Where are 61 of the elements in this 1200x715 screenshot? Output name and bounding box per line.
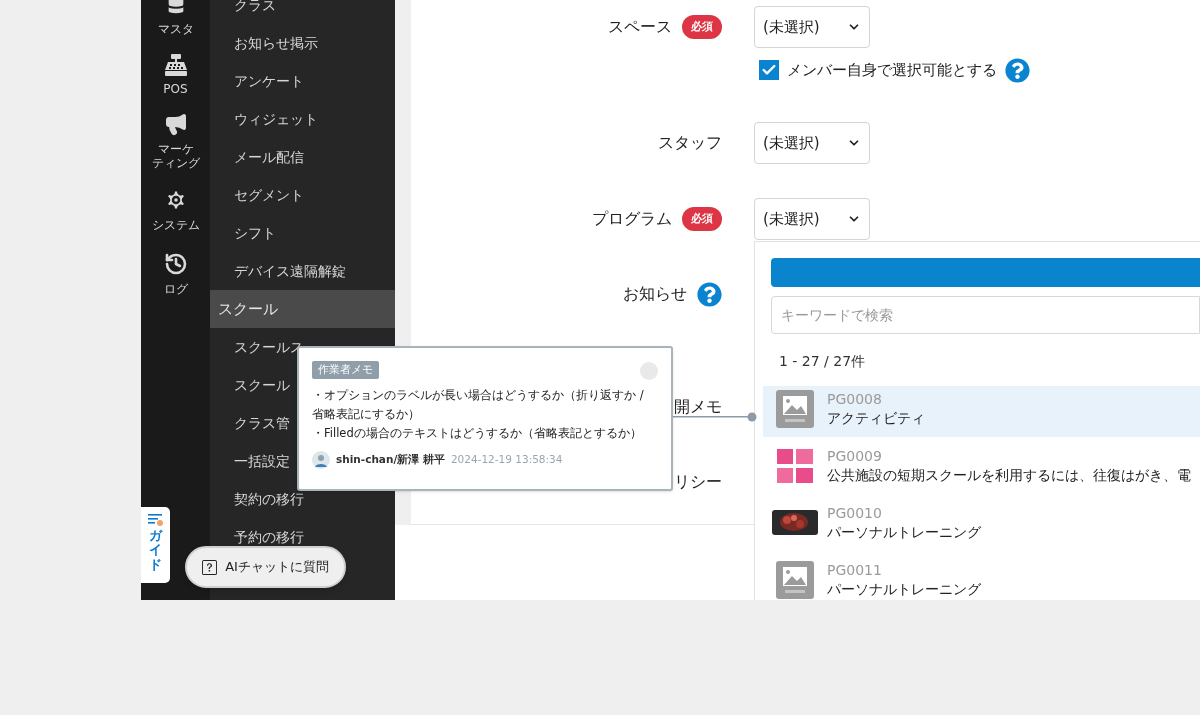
memo-author: shin-chan/新澤 耕平 bbox=[336, 452, 445, 468]
program-code: PG0008 bbox=[827, 389, 883, 408]
rail-label[interactable]: POS bbox=[163, 82, 188, 96]
field-label: リシー bbox=[674, 471, 722, 493]
rail-label[interactable]: ティング bbox=[151, 156, 200, 170]
program-name: パーソナルトレーニング bbox=[827, 522, 981, 542]
history-icon bbox=[163, 252, 188, 276]
select-field[interactable]: (未選択) bbox=[754, 122, 870, 164]
program-code: PG0010 bbox=[827, 503, 883, 522]
memo-text: ・オプションのラベルが長い場合はどうするか（折り返すか / 省略表記にするか） bbox=[312, 387, 645, 423]
rail-label[interactable]: システム bbox=[151, 218, 200, 232]
program-name: 公共施設の短期スクールを利用するには、往復はがき、電 bbox=[827, 465, 1191, 485]
memo-time: 2024-12-19 13:58:34 bbox=[450, 452, 563, 468]
image-placeholder-icon bbox=[776, 389, 814, 428]
menu-item[interactable]: 契約の移行 bbox=[234, 491, 304, 507]
field-label: 開メモ bbox=[674, 396, 722, 418]
cash-register-icon bbox=[163, 54, 188, 76]
help-icon bbox=[202, 559, 218, 575]
menu-item[interactable]: スクール bbox=[234, 377, 290, 393]
program-name: パーソナルトレーニング bbox=[827, 579, 981, 599]
menu-item[interactable]: シフト bbox=[234, 225, 276, 241]
menu-item[interactable]: デバイス遠隔解錠 bbox=[234, 263, 346, 279]
checkbox[interactable] bbox=[759, 60, 779, 80]
menu-section[interactable]: スクール bbox=[210, 290, 395, 328]
required-badge: 必須 bbox=[682, 15, 722, 39]
field-label: スタッフ bbox=[658, 132, 722, 154]
help-icon[interactable] bbox=[697, 281, 722, 307]
menu-item[interactable]: 予約の移行 bbox=[234, 529, 304, 545]
checkbox-label: メンバー自身で選択可能とする bbox=[787, 59, 997, 81]
menu-item[interactable]: クラス管 bbox=[234, 415, 290, 431]
megaphone-icon bbox=[163, 112, 188, 136]
rail-label[interactable]: ログ bbox=[163, 282, 188, 296]
rail-label[interactable]: マスタ bbox=[157, 22, 194, 36]
rail-label[interactable]: マーケ bbox=[157, 142, 194, 156]
menu-item[interactable]: クラス bbox=[234, 0, 276, 13]
memo-tag: 作業者メモ bbox=[312, 361, 379, 379]
menu-item[interactable]: セグメント bbox=[234, 187, 304, 203]
help-icon[interactable] bbox=[1005, 57, 1030, 83]
menu-item[interactable]: ウィジェット bbox=[234, 111, 318, 127]
menu-item[interactable]: アンケート bbox=[234, 73, 304, 89]
select-field[interactable]: (未選択) bbox=[754, 6, 870, 48]
program-code: PG0011 bbox=[827, 560, 883, 579]
menu-item[interactable]: 一括設定 bbox=[234, 453, 290, 469]
field-label: スペース bbox=[608, 16, 672, 38]
field-label: プログラム bbox=[592, 208, 672, 230]
search-field[interactable]: キーワードで検索 bbox=[771, 296, 1200, 334]
program-name: アクティビティ bbox=[827, 408, 925, 428]
menu-item[interactable]: お知らせ掲示 bbox=[234, 35, 318, 51]
required-badge: 必須 bbox=[682, 207, 722, 231]
menu-item[interactable]: メール配信 bbox=[234, 149, 304, 165]
list-icon bbox=[147, 513, 164, 527]
program-option[interactable]: PG0008 アクティビティ bbox=[763, 386, 1200, 437]
avatar bbox=[312, 451, 330, 469]
select-field[interactable]: (未選択) bbox=[754, 198, 870, 240]
image-placeholder-icon bbox=[776, 560, 814, 599]
memo-text: ・Filledの場合のテキストはどうするか（省略表記とするか） bbox=[312, 425, 643, 442]
result-count: 1 - 27 / 27件 bbox=[779, 352, 867, 371]
ai-chat-button[interactable]: AIチャットに質問 bbox=[185, 546, 346, 588]
field-label: お知らせ bbox=[623, 283, 687, 305]
guide-tab[interactable]: ガイド bbox=[141, 507, 170, 583]
program-code: PG0009 bbox=[827, 446, 883, 465]
